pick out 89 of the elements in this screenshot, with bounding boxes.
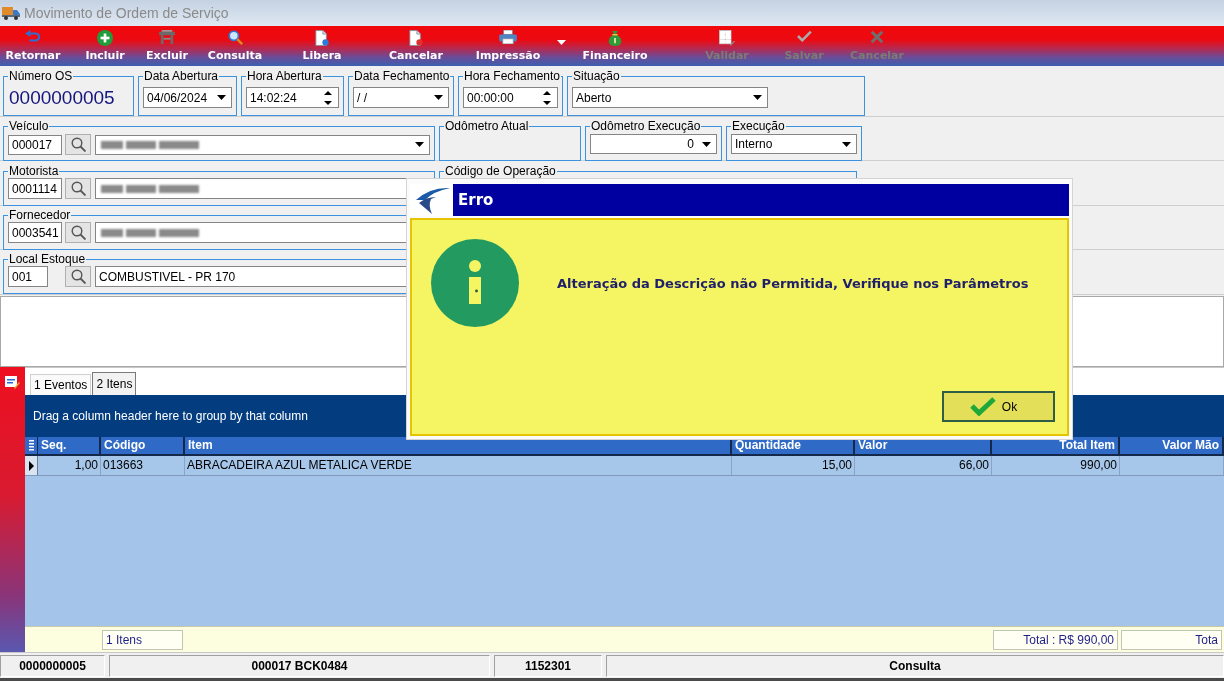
dropdown-field[interactable]: Interno [731,134,857,154]
tab[interactable]: 1 Eventos [30,374,92,395]
dialog-title: Erro [453,184,1069,216]
toolbar-button[interactable]: Financeiro [576,26,654,66]
time-field[interactable]: 00:00:00 [463,87,558,108]
group-label: Odômetro Execução [590,120,702,133]
table-cell: 1,00 [38,456,101,475]
table-icon [159,30,175,44]
group-label: Hora Abertura [246,70,323,83]
table-cell: ABRACADEIRA AZUL METALICA VERDE [185,456,732,475]
date-field[interactable]: / / [353,87,449,108]
toolbar-button[interactable]: Consulta [196,26,274,66]
table-cell: 013663 [101,456,185,475]
status-panel: Consulta [606,655,1224,677]
dialog-message: Alteração da Descrição não Permitida, Verifique nos Parâmetros [557,275,1029,291]
ok-button[interactable]: Ok [942,391,1055,422]
printer-icon [499,30,517,44]
group-label: Número OS [8,70,74,83]
table-cell: 15,00 [732,456,855,475]
toolbar-button[interactable]: Impressão [470,26,546,66]
group-label: Hora Fechamento [463,70,562,83]
group-label: Fornecedor [8,209,72,222]
summary-field: 1 Itens [102,629,183,650]
search-button[interactable] [65,178,91,199]
group-label: Data Fechamento [353,70,451,83]
code-field[interactable]: 0001114 [8,178,62,199]
column-header[interactable]: Código [101,437,185,454]
toolbar-button[interactable]: Cancelar [362,26,470,66]
plus-circle-icon [97,30,113,46]
group-label: Local Estoque [8,253,87,266]
order-number: 0000000005 [8,87,116,108]
text-field[interactable] [95,134,430,155]
status-panel: 1152301 [494,655,602,677]
status-panel: 0000000005 [0,655,105,677]
return-arrow-icon [25,30,41,44]
window-title: Movimento de Ordem de Serviço [24,5,229,21]
money-bag-icon [608,30,622,46]
toolbar-button[interactable]: Incluir [72,26,138,66]
caret-icon [842,141,851,147]
column-header[interactable]: Seq. [38,437,101,454]
search-button[interactable] [65,266,91,287]
info-icon [431,239,519,327]
summary-field: Total : R$ 990,00 [993,629,1118,650]
search-icon [227,30,243,45]
group-label: Odômetro Atual [444,120,530,133]
table-edit-icon [719,30,735,46]
search-button[interactable] [65,222,91,243]
summary-field: Tota [1121,629,1222,650]
group-label: Veículo [8,120,50,133]
document-badge-icon [315,30,329,46]
column-chooser-icon[interactable] [28,440,34,451]
toolbar-button[interactable]: Libera [282,26,362,66]
caret-icon [434,95,443,100]
group-label: Motorista [8,165,60,178]
notepad-icon [5,376,20,389]
group-label: Data Abertura [143,70,220,83]
time-field[interactable]: 14:02:24 [246,87,339,108]
status-panel: 000017 BCK0484 [109,655,490,677]
caret-icon [556,40,566,45]
check-icon [796,30,812,42]
column-header[interactable]: Valor Mão [1120,437,1224,454]
caret-icon [702,141,711,147]
search-button[interactable] [65,134,91,155]
dropdown-field[interactable]: Aberto [572,87,768,108]
group-label: Situação [572,70,621,83]
search-icon [70,225,86,240]
search-icon [70,181,86,196]
code-field[interactable]: 000017 [8,134,62,155]
date-field[interactable]: 04/06/2024 [143,87,232,108]
toolbar-button[interactable]: Retornar [0,26,66,66]
close-icon [870,30,884,44]
tab[interactable]: 2 Itens [92,372,137,395]
caret-icon [753,95,762,100]
table-cell: 990,00 [992,456,1120,475]
code-field[interactable]: 001 [8,266,48,287]
search-icon [70,137,86,152]
table-cell: 66,00 [855,456,992,475]
truck-icon [2,6,20,20]
check-icon [969,397,996,416]
document-badge-icon [409,30,423,46]
spinner-arrows-icon [324,90,332,105]
spinner-arrows-icon [543,90,551,105]
caret-icon [217,95,226,100]
toolbar-button[interactable]: Excluir [138,26,196,66]
code-field[interactable]: 0003541 [8,222,62,243]
search-icon [70,269,86,284]
group-label: Execução [731,120,786,133]
group-label: Código de Operação [444,165,557,178]
dropdown-field[interactable]: 0 [590,134,717,154]
